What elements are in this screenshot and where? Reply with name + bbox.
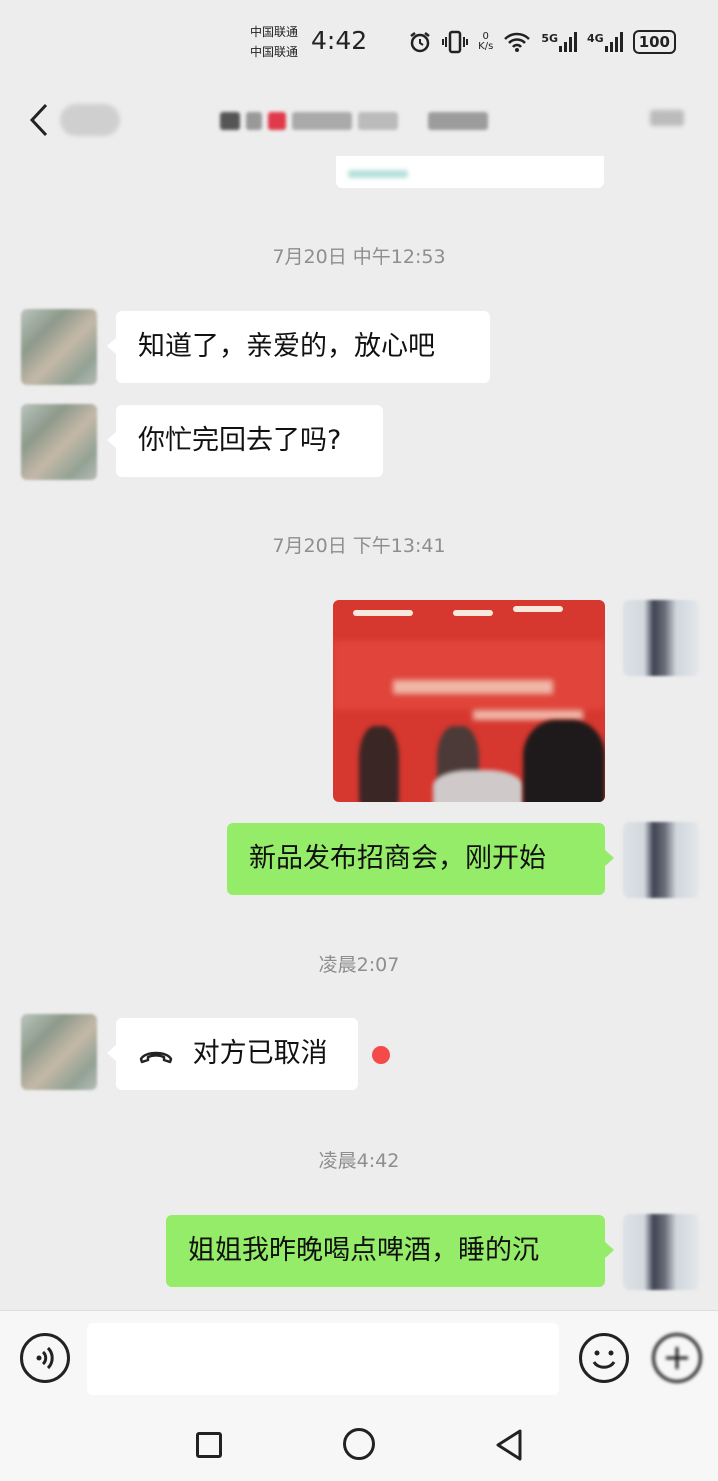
- home-icon[interactable]: [343, 1428, 375, 1460]
- back-icon[interactable]: [494, 1428, 524, 1462]
- chat-header: [0, 86, 718, 156]
- unread-dot: [372, 1046, 390, 1064]
- message-input[interactable]: [87, 1323, 559, 1395]
- message-text: 你忙完回去了吗?: [138, 425, 342, 456]
- voice-icon[interactable]: [20, 1333, 70, 1383]
- wifi-icon: [504, 32, 531, 52]
- recents-icon[interactable]: [196, 1432, 222, 1458]
- vibrate-icon: [442, 30, 469, 54]
- pinned-message-bar[interactable]: [336, 156, 604, 188]
- message-text: 知道了，亲爱的，放心吧: [138, 331, 435, 362]
- contact-avatar[interactable]: [21, 309, 97, 385]
- timestamp: 7月20日 中午12:53: [272, 246, 446, 268]
- phone-hangup-icon: [139, 1051, 173, 1063]
- contact-avatar[interactable]: [21, 1014, 97, 1090]
- sim1-type: 5G: [541, 32, 558, 45]
- more-options-button[interactable]: [650, 110, 684, 126]
- back-arrow-icon[interactable]: [26, 102, 54, 138]
- plus-icon[interactable]: [652, 1333, 702, 1383]
- timestamp: 7月20日 下午13:41: [272, 535, 446, 557]
- my-avatar[interactable]: [623, 1214, 699, 1290]
- status-bar: 中国联通 中国联通 4:42 0 K/s 5G 4G 100: [0, 0, 718, 86]
- image-message[interactable]: [333, 600, 605, 802]
- carrier-names: 中国联通 中国联通: [250, 22, 298, 62]
- message-bubble[interactable]: 姐姐我昨晚喝点啤酒，睡的沉: [166, 1215, 614, 1287]
- contact-avatar[interactable]: [21, 404, 97, 480]
- sim2-type: 4G: [587, 32, 604, 45]
- sim2-signal: 4G: [587, 32, 623, 52]
- net-speed-unit: K/s: [478, 41, 494, 52]
- call-record-bubble[interactable]: 对方已取消: [107, 1018, 358, 1090]
- message-bubble[interactable]: 你忙完回去了吗?: [107, 405, 383, 477]
- message-text: 新品发布招商会，刚开始: [249, 843, 546, 874]
- message-text: 姐姐我昨晚喝点啤酒，睡的沉: [188, 1235, 539, 1266]
- message-bubble[interactable]: 新品发布招商会，刚开始: [227, 823, 614, 895]
- system-nav-bar: [0, 1406, 718, 1481]
- status-icons: 0 K/s 5G 4G 100: [408, 28, 676, 56]
- input-bar: [0, 1310, 718, 1406]
- unread-count-badge[interactable]: [60, 104, 120, 136]
- sim1-signal: 5G: [541, 32, 577, 52]
- carrier-1: 中国联通: [250, 25, 299, 39]
- signal-bars-icon: [604, 32, 623, 52]
- message-bubble[interactable]: 知道了，亲爱的，放心吧: [107, 311, 490, 383]
- net-speed: 0 K/s: [478, 32, 493, 52]
- status-clock: 4:42: [311, 26, 368, 55]
- my-avatar[interactable]: [623, 600, 699, 676]
- timestamp: 凌晨4:42: [318, 1150, 400, 1172]
- alarm-icon: [410, 32, 430, 53]
- signal-bars-icon: [559, 32, 577, 52]
- my-avatar[interactable]: [623, 822, 699, 898]
- emoji-icon[interactable]: [579, 1333, 629, 1383]
- call-status-text: 对方已取消: [192, 1038, 328, 1069]
- carrier-2: 中国联通: [250, 45, 299, 59]
- battery-indicator: 100: [632, 30, 676, 54]
- chat-title: [220, 108, 510, 134]
- timestamp: 凌晨2:07: [318, 954, 400, 976]
